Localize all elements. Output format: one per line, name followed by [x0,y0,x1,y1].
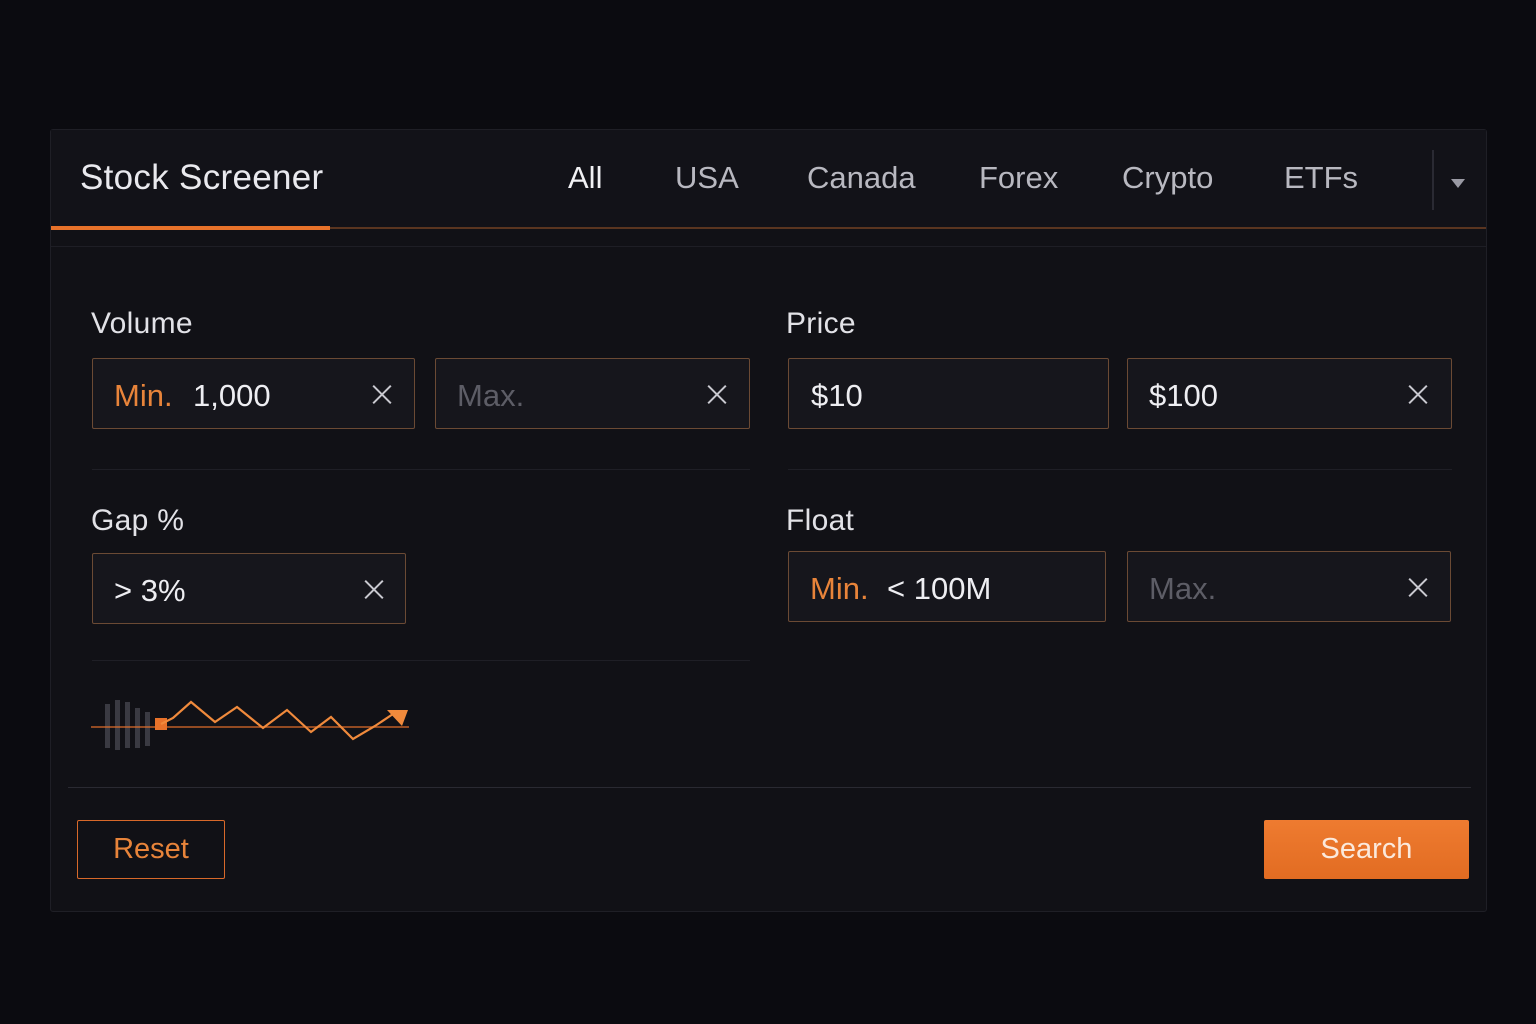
footer-divider [68,787,1471,788]
price-max-value: $100 [1149,378,1218,413]
active-tab-indicator [51,226,330,230]
float-max-field[interactable]: Max. [1127,551,1451,622]
volume-label: Volume [91,307,193,340]
tab-etfs[interactable]: ETFs [1284,160,1358,196]
price-min-field[interactable]: $10 [788,358,1109,429]
screener-panel: Stock Screener All USA Canada Forex Cryp… [50,129,1487,912]
gap-label: Gap % [91,504,185,537]
volume-max-placeholder: Max. [457,378,525,413]
header: Stock Screener All USA Canada Forex Cryp… [51,130,1486,230]
search-button[interactable]: Search [1264,820,1469,879]
gap-field[interactable]: > 3% [92,553,406,624]
float-min-value: < 100M [887,571,992,606]
float-min-prefix: Min. [810,571,869,606]
price-min-value: $10 [811,378,863,413]
market-tabs: All USA Canada Forex Crypto ETFs [51,160,1486,200]
tab-divider [1432,150,1434,210]
chevron-down-icon [1451,178,1465,188]
clear-icon[interactable] [363,578,385,600]
volume-max-field[interactable]: Max. [435,358,750,429]
tab-forex[interactable]: Forex [979,160,1058,196]
tab-canada[interactable]: Canada [807,160,916,196]
price-label: Price [786,307,856,340]
float-label: Float [786,504,855,537]
row-divider [788,469,1452,470]
gap-value: > 3% [114,573,186,608]
tab-all[interactable]: All [568,160,602,196]
header-divider [51,246,1486,247]
sparkline-icon [91,700,409,750]
volume-min-value: 1,000 [193,378,271,413]
clear-icon[interactable] [1407,383,1429,405]
tab-underline [51,226,1486,230]
tab-crypto[interactable]: Crypto [1122,160,1213,196]
row-divider [92,469,750,470]
volume-min-prefix: Min. [114,378,173,413]
volume-min-field[interactable]: Min. 1,000 [92,358,415,429]
clear-icon[interactable] [371,383,393,405]
reset-button[interactable]: Reset [77,820,225,879]
clear-icon[interactable] [706,383,728,405]
price-max-field[interactable]: $100 [1127,358,1452,429]
float-max-placeholder: Max. [1149,571,1217,606]
more-tabs-dropdown[interactable] [1441,170,1475,196]
clear-icon[interactable] [1407,576,1429,598]
float-min-field[interactable]: Min. < 100M [788,551,1106,622]
row-divider [92,660,750,661]
tab-usa[interactable]: USA [675,160,739,196]
